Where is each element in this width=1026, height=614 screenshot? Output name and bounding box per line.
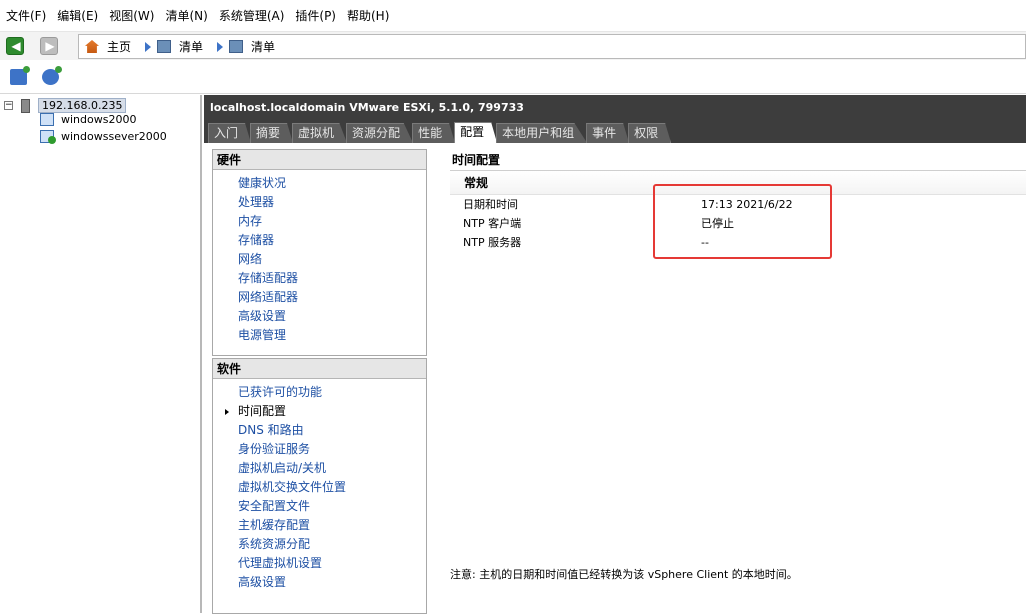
home-icon [85, 40, 99, 53]
software-link-system-resource-allocation[interactable]: 系统资源分配 [213, 535, 426, 554]
tab-local-users-groups[interactable]: 本地用户和组 [496, 123, 588, 143]
breadcrumb-inventory[interactable]: 清单 [145, 38, 203, 55]
host-label: 192.168.0.235 [38, 98, 127, 113]
tab-virtual-machines[interactable]: 虚拟机 [292, 123, 348, 143]
tab-bar: 入门 摘要 虚拟机 资源分配 性能 配置 本地用户和组 事件 权限 [208, 122, 672, 143]
tab-summary[interactable]: 摘要 [250, 123, 294, 143]
menu-plugins[interactable]: 插件(P) [295, 7, 336, 24]
menu-help[interactable]: 帮助(H) [347, 7, 389, 24]
tree-vm-node[interactable]: windows2000 [40, 113, 136, 126]
forward-button[interactable]: ▶ [40, 37, 58, 55]
menu-file[interactable]: 文件(F) [6, 7, 46, 24]
hardware-link-health[interactable]: 健康状况 [213, 174, 426, 193]
collapse-icon[interactable]: − [4, 101, 13, 110]
hardware-link-memory[interactable]: 内存 [213, 212, 426, 231]
new-resource-pool-icon[interactable] [42, 66, 62, 85]
breadcrumb-home[interactable]: 主页 [85, 38, 131, 55]
software-link-host-cache[interactable]: 主机缓存配置 [213, 516, 426, 535]
hardware-link-advanced-settings[interactable]: 高级设置 [213, 307, 426, 326]
breadcrumb-inventory-label: 清单 [179, 40, 204, 54]
tab-performance[interactable]: 性能 [412, 123, 456, 143]
server-icon [21, 98, 30, 113]
hosts-clusters-icon [229, 40, 244, 53]
hardware-link-processors[interactable]: 处理器 [213, 193, 426, 212]
timezone-note: 注意: 主机的日期和时间值已经转换为该 vSphere Client 的本地时间… [450, 568, 798, 581]
software-panel: 软件 已获许可的功能 时间配置 DNS 和路由 身份验证服务 虚拟机启动/关机 … [212, 358, 427, 614]
breadcrumb-inventory-hosts[interactable]: 清单 [217, 38, 275, 55]
software-link-licensed-features[interactable]: 已获许可的功能 [213, 383, 426, 402]
breadcrumb: 主页 清单 清单 [78, 34, 1026, 59]
breadcrumb-home-label: 主页 [107, 40, 132, 54]
inventory-icon [157, 40, 172, 53]
hardware-panel: 硬件 健康状况 处理器 内存 存储器 网络 存储适配器 网络适配器 高级设置 电… [212, 149, 427, 356]
vm-label: windowssever2000 [61, 130, 167, 143]
menu-admin[interactable]: 系统管理(A) [219, 7, 285, 24]
software-link-authentication-services[interactable]: 身份验证服务 [213, 440, 426, 459]
software-link-vm-startup-shutdown[interactable]: 虚拟机启动/关机 [213, 459, 426, 478]
menu-view[interactable]: 视图(W) [109, 7, 154, 24]
hardware-link-storage[interactable]: 存储器 [213, 231, 426, 250]
host-title: localhost.localdomain VMware ESXi, 5.1.0… [210, 101, 524, 114]
tree-host-node[interactable]: − 192.168.0.235 [4, 98, 127, 113]
tab-events[interactable]: 事件 [586, 123, 630, 143]
software-heading: 软件 [213, 359, 426, 379]
highlight-box [653, 184, 832, 259]
hardware-link-network-adapters[interactable]: 网络适配器 [213, 288, 426, 307]
software-link-time-configuration[interactable]: 时间配置 [213, 402, 426, 421]
software-link-agent-vm-settings[interactable]: 代理虚拟机设置 [213, 554, 426, 573]
new-vm-icon[interactable] [10, 66, 30, 85]
back-button[interactable]: ◀ [6, 37, 24, 55]
menu-inventory[interactable]: 清单(N) [165, 7, 207, 24]
menu-edit[interactable]: 编辑(E) [57, 7, 98, 24]
hardware-list: 健康状况 处理器 内存 存储器 网络 存储适配器 网络适配器 高级设置 电源管理 [213, 170, 426, 345]
breadcrumb-inventory-hosts-label: 清单 [251, 40, 276, 54]
menu-bar: 文件(F) 编辑(E) 视图(W) 清单(N) 系统管理(A) 插件(P) 帮助… [0, 0, 1026, 32]
tab-configuration[interactable]: 配置 [454, 122, 498, 143]
software-link-advanced-settings[interactable]: 高级设置 [213, 573, 426, 592]
forward-arrow-icon: ▶ [45, 39, 55, 53]
inventory-tree: − 192.168.0.235 windows2000 windowssever… [0, 95, 202, 613]
breadcrumb-separator-icon [145, 41, 152, 52]
software-link-vm-swapfile-location[interactable]: 虚拟机交换文件位置 [213, 478, 426, 497]
tab-permissions[interactable]: 权限 [628, 123, 672, 143]
tab-getting-started[interactable]: 入门 [208, 123, 252, 143]
software-link-security-profile[interactable]: 安全配置文件 [213, 497, 426, 516]
software-list: 已获许可的功能 时间配置 DNS 和路由 身份验证服务 虚拟机启动/关机 虚拟机… [213, 379, 426, 592]
vm-icon [40, 113, 54, 126]
tab-resource-allocation[interactable]: 资源分配 [346, 123, 414, 143]
vm-label: windows2000 [61, 113, 137, 126]
software-link-dns-routing[interactable]: DNS 和路由 [213, 421, 426, 440]
hardware-link-power-management[interactable]: 电源管理 [213, 326, 426, 345]
tree-vm-node[interactable]: windowssever2000 [40, 130, 167, 144]
breadcrumb-separator-icon [217, 41, 224, 52]
host-header: localhost.localdomain VMware ESXi, 5.1.0… [204, 95, 1026, 143]
hardware-heading: 硬件 [213, 150, 426, 170]
hardware-link-storage-adapters[interactable]: 存储适配器 [213, 269, 426, 288]
configuration-content: 硬件 健康状况 处理器 内存 存储器 网络 存储适配器 网络适配器 高级设置 电… [204, 143, 1026, 614]
vm-powered-on-icon [40, 130, 56, 144]
toolbar [0, 60, 1026, 94]
hardware-link-networking[interactable]: 网络 [213, 250, 426, 269]
detail-title: 时间配置 [450, 149, 1026, 171]
navigation-bar: ◀ ▶ 主页 清单 清单 [0, 32, 1026, 60]
back-arrow-icon: ◀ [11, 39, 21, 53]
